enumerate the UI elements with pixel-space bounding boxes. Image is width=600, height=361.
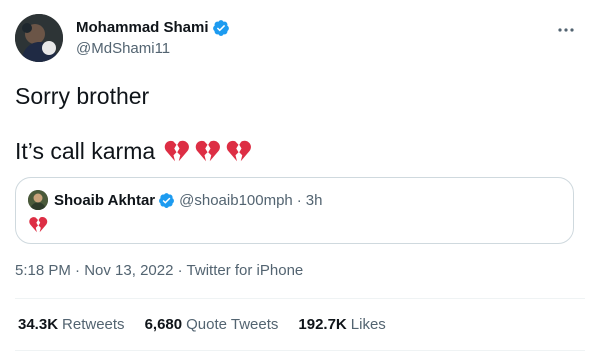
retweets-stat[interactable]: 34.3K Retweets bbox=[18, 316, 125, 333]
broken-hearts-group bbox=[163, 138, 256, 165]
tweet-text-line2: It’s call karma bbox=[15, 138, 156, 164]
author-handle[interactable]: @MdShami11 bbox=[76, 39, 230, 59]
tweet-time[interactable]: 5:18 PM bbox=[15, 262, 71, 279]
broken-heart-icon bbox=[195, 140, 221, 161]
likes-label: Likes bbox=[350, 316, 386, 333]
quoted-timestamp[interactable]: 3h bbox=[306, 192, 323, 209]
verified-badge-icon bbox=[159, 192, 175, 208]
quoted-author-name: Shoaib Akhtar bbox=[54, 191, 156, 209]
tweet-card: Mohammad Shami @MdShami11 Sorry brother … bbox=[0, 0, 600, 361]
separator-dot: · bbox=[177, 262, 183, 279]
author-block: Mohammad Shami @MdShami11 bbox=[76, 18, 230, 59]
verified-badge-icon bbox=[212, 20, 229, 36]
quote-tweets-stat[interactable]: 6,680 Quote Tweets bbox=[145, 316, 279, 333]
more-options-icon[interactable] bbox=[556, 20, 576, 45]
broken-heart-icon bbox=[164, 140, 190, 161]
divider bbox=[15, 350, 585, 351]
engagement-stats: 34.3K Retweets 6,680 Quote Tweets 192.7K Li… bbox=[18, 316, 406, 333]
quoted-tweet[interactable]: Shoaib Akhtar @shoaib100mph · 3h bbox=[15, 177, 574, 244]
likes-stat[interactable]: 192.7K Likes bbox=[298, 316, 385, 333]
author-name[interactable]: Mohammad Shami bbox=[76, 18, 209, 38]
retweets-label: Retweets bbox=[62, 316, 125, 333]
tweet-text-line1: Sorry brother bbox=[15, 83, 150, 109]
likes-count: 192.7K bbox=[298, 316, 347, 333]
tweet-source[interactable]: Twitter for iPhone bbox=[187, 262, 304, 279]
quoted-author-handle: @shoaib100mph bbox=[179, 191, 293, 209]
quoted-tweet-header: Shoaib Akhtar @shoaib100mph · 3h bbox=[28, 190, 322, 210]
broken-heart-icon bbox=[29, 217, 48, 233]
quote-tweets-count: 6,680 bbox=[144, 316, 183, 333]
retweets-count: 34.3K bbox=[18, 316, 59, 333]
tweet-text-line2-row: It’s call karma bbox=[15, 137, 256, 165]
separator-dot: · bbox=[296, 191, 302, 209]
separator-dot: · bbox=[75, 262, 81, 279]
avatar[interactable] bbox=[15, 14, 63, 62]
quote-tweets-label: Quote Tweets bbox=[186, 316, 279, 333]
quoted-avatar[interactable] bbox=[28, 190, 48, 210]
tweet-meta: 5:18 PM · Nov 13, 2022 · Twitter for iPh… bbox=[15, 262, 303, 279]
divider bbox=[15, 298, 585, 299]
tweet-date[interactable]: Nov 13, 2022 bbox=[84, 262, 173, 279]
broken-heart-icon bbox=[226, 140, 252, 161]
